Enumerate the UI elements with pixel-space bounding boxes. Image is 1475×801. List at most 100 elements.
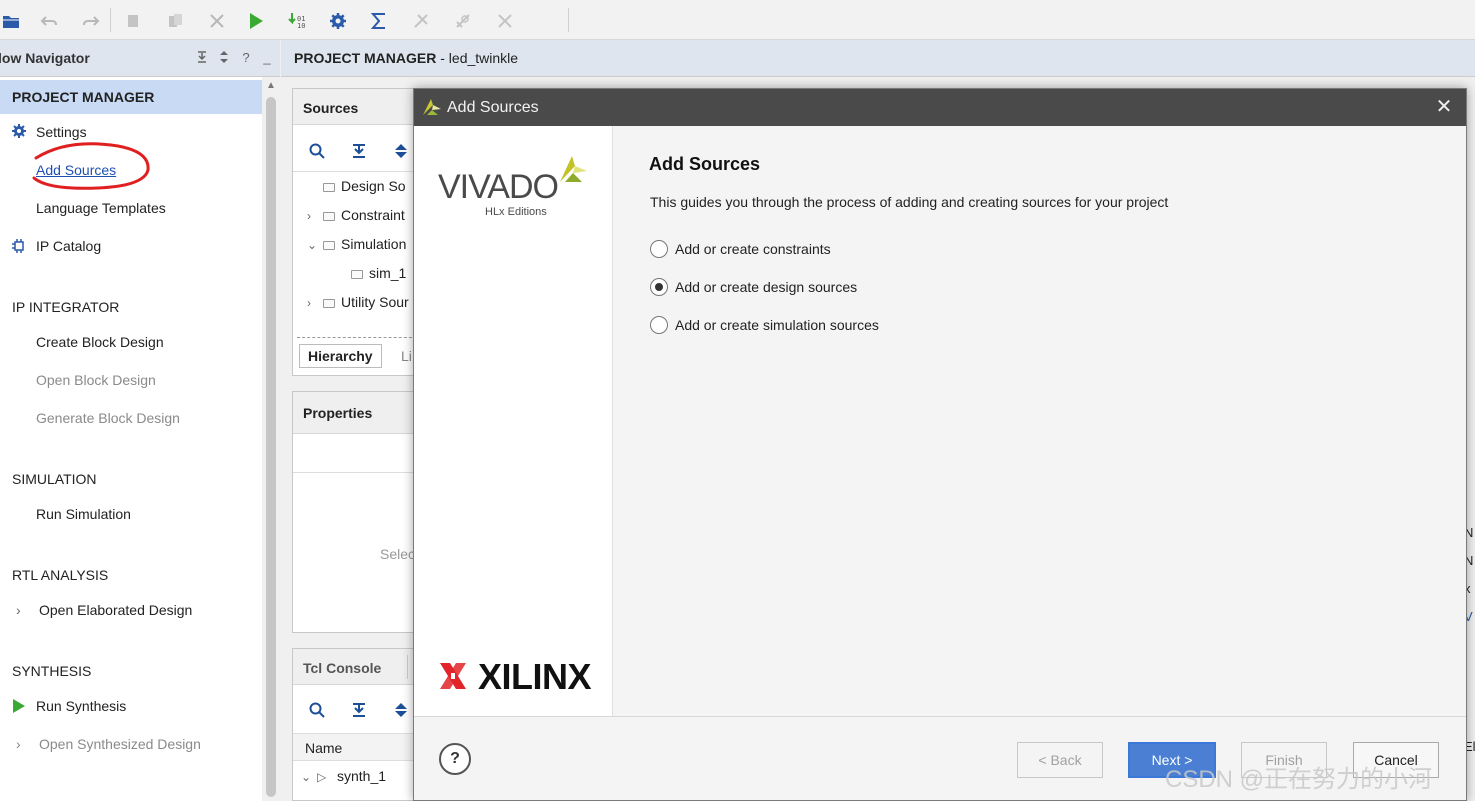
nav-item-open-synthesized-design[interactable]: Open Synthesized Design [39,736,201,752]
chevron-down-icon[interactable]: ⌄ [307,238,319,252]
section-title-simulation[interactable]: SIMULATION [12,471,97,487]
vivado-mark-icon [560,156,587,182]
sigma-icon[interactable] [368,10,390,32]
tree-item-design-sources[interactable]: Design So [323,178,406,194]
search-icon[interactable] [307,700,327,720]
dialog-content: Add Sources This guides you through the … [614,126,1466,716]
tab-tcl-console[interactable]: Tcl Console [303,660,381,676]
option-label: Add or create constraints [675,241,831,257]
scroll-up-icon[interactable]: ▲ [265,80,277,92]
table-row[interactable]: ⌄ ▷ synth_1 [301,768,386,784]
play-outline-icon: ▷ [317,770,327,784]
watermark: CSDN @正在努力的小河 [1165,766,1433,793]
disabled-icon-1[interactable] [410,10,432,32]
vivado-logo: VIVADO [438,168,559,206]
run-icon[interactable] [245,10,267,32]
close-icon[interactable]: ✕ [1434,97,1454,117]
ip-catalog-icon [12,239,24,253]
vivado-logo-icon [423,99,441,115]
redo-icon[interactable] [80,10,102,32]
folder-icon [351,270,363,279]
nav-item-run-simulation[interactable]: Run Simulation [36,506,131,522]
chevron-right-icon[interactable]: › [16,602,21,618]
add-sources-dialog: Add Sources ✕ VIVADO HLx Editions XILINX… [413,88,1467,801]
nav-item-ip-catalog[interactable]: IP Catalog [36,238,101,254]
vivado-edition: HLx Editions [485,206,547,218]
delete-icon[interactable] [206,10,228,32]
section-title-synthesis[interactable]: SYNTHESIS [12,663,91,679]
radio-design-sources[interactable] [650,278,668,296]
chevron-right-icon[interactable]: › [307,209,319,223]
tab-libraries[interactable]: Li [401,348,412,364]
tree-item-simulation-sources[interactable]: ⌄ Simulation [307,236,406,252]
copy-icon[interactable] [122,10,144,32]
page-title-bold: PROJECT MANAGER [294,50,437,66]
nav-item-open-block-design[interactable]: Open Block Design [36,372,156,388]
radio-simulation-sources[interactable] [650,316,668,334]
disabled-icon-2[interactable] [452,10,474,32]
radio-constraints[interactable] [650,240,668,258]
folder-icon [323,183,335,192]
nav-item-run-synthesis[interactable]: Run Synthesis [36,698,126,714]
folder-icon [323,241,335,250]
tab-hierarchy[interactable]: Hierarchy [299,344,382,368]
expand-icon[interactable] [391,700,411,720]
tree-label: Constraint [341,207,405,223]
nav-item-language-templates[interactable]: Language Templates [36,200,166,216]
disabled-icon-3[interactable] [494,10,516,32]
chevron-right-icon[interactable]: › [307,296,319,310]
nav-item-create-block-design[interactable]: Create Block Design [36,334,164,350]
dialog-brand-panel: VIVADO HLx Editions XILINX [414,126,613,716]
chevron-down-icon[interactable]: ⌄ [301,770,313,784]
chevron-right-icon[interactable]: › [16,736,21,752]
section-title-ip-integrator[interactable]: IP INTEGRATOR [12,299,119,315]
minimize-icon[interactable]: _ [259,50,275,66]
help-icon[interactable]: ? [238,50,254,66]
settings-icon[interactable] [327,10,349,32]
collapse-all-icon[interactable] [349,700,369,720]
expand-icon[interactable] [391,141,411,161]
tree-item-utility-sources[interactable]: › Utility Sour [307,294,409,310]
scrollbar-thumb[interactable] [266,97,276,797]
section-title-rtl-analysis[interactable]: RTL ANALYSIS [12,567,108,583]
open-project-icon[interactable] [0,10,22,32]
tree-item-constraints[interactable]: › Constraint [307,207,405,223]
undo-icon[interactable] [38,10,60,32]
dialog-title: Add Sources [447,99,539,116]
xilinx-logo-icon [440,663,466,689]
main-toolbar: 01 10 [0,0,1475,40]
flow-navigator-header: low Navigator ? _ [0,40,280,77]
help-button[interactable]: ? [439,743,471,775]
option-label: Add or create design sources [675,279,858,295]
table-header: Name [293,733,421,761]
nav-item-open-elaborated-design[interactable]: Open Elaborated Design [39,602,192,618]
tree-label: Simulation [341,236,407,252]
properties-panel: Properties Selec [292,391,422,633]
search-icon[interactable] [307,141,327,161]
back-button[interactable]: < Back [1017,742,1103,778]
dialog-titlebar[interactable]: Add Sources ✕ [414,89,1466,126]
sort-icon[interactable] [216,50,232,66]
dialog-description: This guides you through the process of a… [650,194,1169,210]
option-simulation-sources[interactable]: Add or create simulation sources [650,314,879,336]
nav-item-generate-block-design[interactable]: Generate Block Design [36,410,180,426]
xilinx-logo: XILINX [478,656,592,697]
properties-title: Properties [303,405,373,421]
column-name[interactable]: Name [305,740,342,756]
paste-icon[interactable] [164,10,186,32]
run-synthesis-icon [13,699,25,713]
tree-item-sim-1[interactable]: sim_1 [351,265,406,281]
sources-panel: Sources Design So › Constraint ⌄ Simulatio… [292,88,422,376]
properties-placeholder: Selec [380,546,416,562]
page-title: PROJECT MANAGER - led_twinkle [294,50,518,66]
program-icon[interactable]: 01 10 [286,10,308,32]
flow-navigator-scrollbar[interactable]: ▲ [262,77,280,801]
option-label: Add or create simulation sources [675,317,879,333]
collapse-all-icon[interactable] [194,50,210,66]
section-project-manager[interactable]: PROJECT MANAGER [0,80,262,114]
sources-panel-header: Sources [293,89,421,125]
svg-text:10: 10 [297,22,305,30]
collapse-all-icon[interactable] [349,141,369,161]
option-constraints[interactable]: Add or create constraints [650,238,831,260]
option-design-sources[interactable]: Add or create design sources [650,276,857,298]
